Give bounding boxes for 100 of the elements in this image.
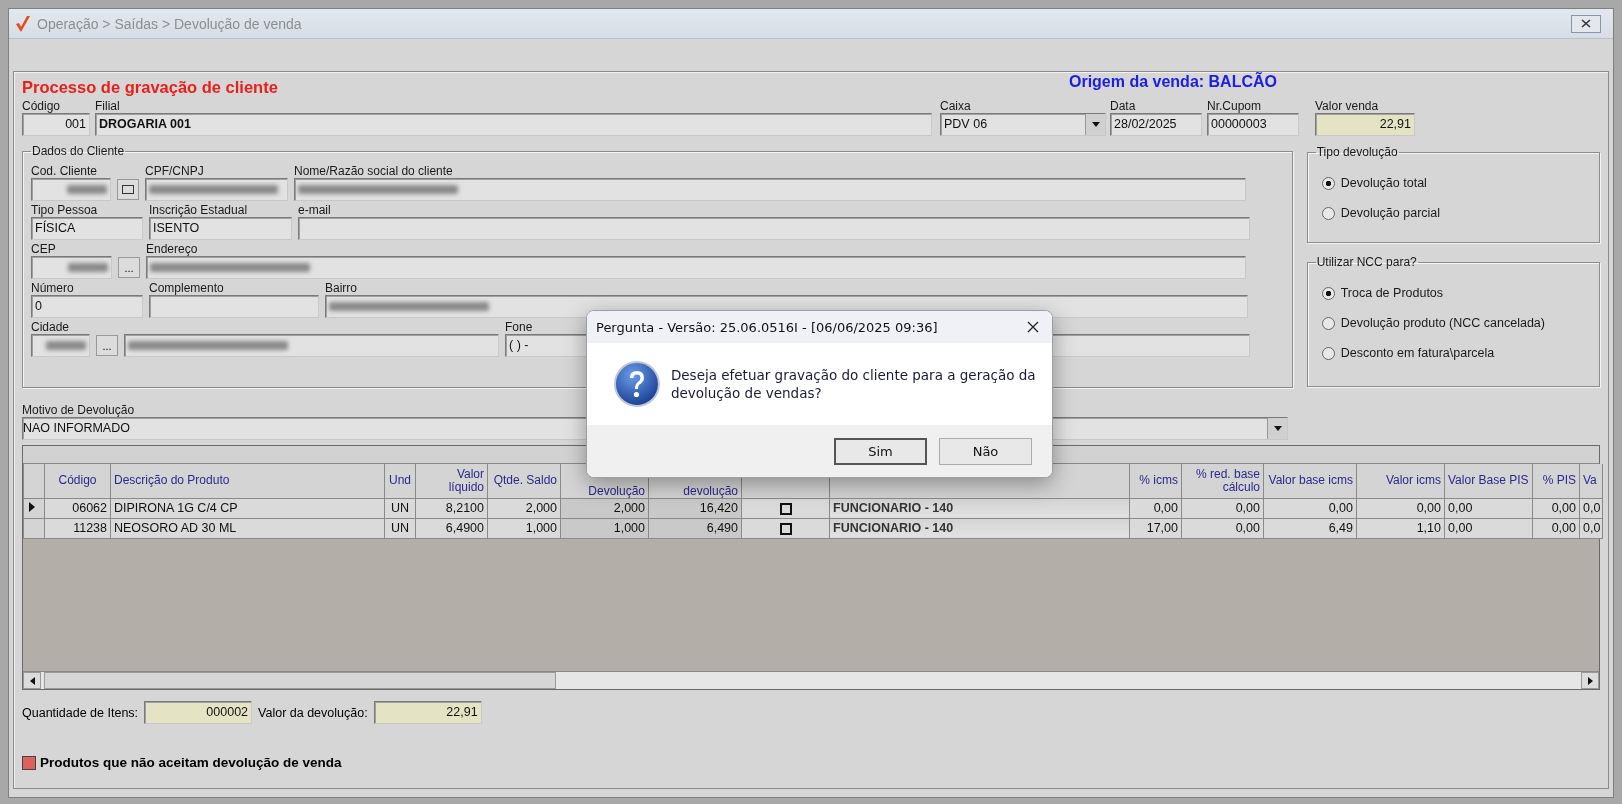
field-label: Cod. Cliente [31, 164, 98, 178]
text-field[interactable]: 000002 [144, 701, 253, 724]
radio-icon[interactable] [1321, 316, 1335, 330]
dialog-message: Deseja efetuar gravação do cliente para a geração da devolução de vendas? [670, 366, 1037, 402]
field-label: Cidade [31, 320, 70, 334]
radio-label: Desconto em fatura\parcela [1340, 346, 1495, 360]
lookup-button[interactable] [117, 179, 139, 200]
field-label: CEP [31, 242, 56, 256]
column-header[interactable]: % PIS [1532, 464, 1580, 498]
dropdown[interactable]: PDV 06 [940, 113, 1106, 136]
text-field[interactable]: FÍSICA [31, 217, 143, 240]
text-field[interactable]: ISENTO [149, 217, 292, 240]
scroll-right-icon[interactable] [1581, 672, 1599, 689]
blurred-text [46, 341, 86, 350]
dialog-title: Pergunta - Versão: 25.06.0516I - [06/06/2025 09:36] [596, 319, 939, 335]
field-label: Quantidade de Itens: [22, 705, 139, 720]
text-field[interactable]: 0 [31, 295, 143, 318]
close-icon [1027, 321, 1039, 333]
radio-label: Devolução produto (NCC cancelada) [1340, 316, 1545, 330]
dialog-button[interactable]: Sim [834, 437, 927, 465]
blurred-text [67, 185, 107, 194]
text-field[interactable]: 22,91 [1315, 113, 1415, 136]
column-header[interactable]: Valor Base PIS [1444, 464, 1533, 498]
column-header[interactable]: Qtde. Saldo [487, 464, 561, 498]
legend-text: Produtos que não aceitam devolução de venda [40, 755, 342, 770]
blurred-text [68, 263, 108, 272]
text-field[interactable]: 28/02/2025 [1110, 113, 1202, 136]
column-header[interactable]: Valor líquido [415, 464, 488, 498]
radio-option[interactable]: Devolução produto (NCC cancelada) [1321, 313, 1545, 333]
scroll-left-icon[interactable] [23, 672, 41, 689]
field-label: Número [31, 281, 74, 295]
window-title: Operação > Saídas > Devolução de venda [37, 15, 303, 32]
radio-icon[interactable] [1321, 206, 1335, 220]
field-label: Valor venda [1315, 99, 1379, 113]
field-label: Nome/Razão social do cliente [294, 164, 453, 178]
field-label: Tipo Pessoa [31, 203, 98, 217]
scrollbar-thumb[interactable] [44, 672, 556, 689]
field-label: Fone [505, 320, 533, 334]
checkbox[interactable] [779, 502, 792, 515]
group-title: Utilizar NCC para? [1315, 255, 1418, 269]
text-field[interactable] [146, 256, 1246, 279]
close-button[interactable] [1571, 14, 1601, 33]
text-field[interactable]: 00000003 [1207, 113, 1299, 136]
text-field[interactable]: 001 [22, 113, 90, 136]
section-heading: Processo de gravação de cliente [22, 78, 278, 97]
row-indicator[interactable] [23, 498, 45, 518]
radio-option[interactable]: Desconto em fatura\parcela [1321, 343, 1495, 363]
radio-label: Devolução parcial [1340, 206, 1441, 220]
field-label: Filial [95, 99, 120, 113]
checkbox[interactable] [779, 522, 792, 535]
dropdown-value: PDV 06 [944, 116, 989, 133]
field-label: CPF/CNPJ [145, 164, 204, 178]
question-icon [613, 360, 661, 408]
field-label: Código [22, 99, 61, 113]
text-field[interactable]: 22,91 [373, 701, 482, 724]
field-label: Nr.Cupom [1207, 99, 1262, 113]
text-field[interactable] [31, 334, 90, 357]
radio-icon[interactable] [1321, 286, 1335, 300]
text-field[interactable] [31, 178, 111, 201]
field-label: Motivo de Devolução [22, 403, 135, 417]
radio-option[interactable]: Troca de Produtos [1321, 283, 1444, 303]
column-header[interactable]: % red. base cálculo [1181, 464, 1264, 498]
text-field[interactable]: DROGARIA 001 [95, 113, 932, 136]
group-title: Tipo devolução [1315, 145, 1399, 159]
column-header[interactable]: Descrição do Produto [110, 464, 385, 498]
field-label: Caixa [940, 99, 971, 113]
dropdown-value: NAO INFORMADO [23, 420, 131, 437]
field-label: Complemento [149, 281, 224, 295]
column-header[interactable]: % icms [1129, 464, 1182, 498]
text-field[interactable] [298, 217, 1250, 240]
column-header[interactable]: Valor icms [1356, 464, 1445, 498]
field-label: e-mail [298, 203, 331, 217]
column-header[interactable]: Va [1579, 464, 1603, 498]
column-header[interactable]: Valor base icms [1263, 464, 1357, 498]
radio-option[interactable]: Devolução parcial [1321, 203, 1441, 223]
square-icon [122, 185, 134, 194]
group-title: Dados do Cliente [31, 144, 126, 158]
field-label: Bairro [325, 281, 357, 295]
browse-button[interactable]: ... [118, 257, 140, 278]
radio-label: Troca de Produtos [1340, 286, 1444, 300]
radio-icon[interactable] [1321, 176, 1335, 190]
browse-button[interactable]: ... [96, 335, 118, 356]
text-field[interactable] [124, 334, 499, 357]
radio-icon[interactable] [1321, 346, 1335, 360]
column-header[interactable]: Código [44, 464, 111, 498]
dialog-button[interactable]: Não [939, 437, 1032, 465]
column-header[interactable]: Und [384, 464, 416, 498]
text-field[interactable] [149, 295, 319, 318]
text-field[interactable] [294, 178, 1246, 201]
text-field[interactable] [145, 178, 288, 201]
radio-label: Devolução total [1340, 176, 1427, 190]
text-field[interactable] [31, 256, 112, 279]
field-label: Valor da devolução: [258, 705, 368, 720]
radio-option[interactable]: Devolução total [1321, 173, 1427, 193]
check-logo-icon [15, 14, 31, 33]
field-label: Data [1110, 99, 1136, 113]
close-icon [1581, 19, 1591, 28]
field-label: Endereço [146, 242, 198, 256]
sale-origin: Origem da venda: BALCÃO [1068, 73, 1277, 91]
horizontal-scrollbar[interactable] [23, 671, 1599, 689]
